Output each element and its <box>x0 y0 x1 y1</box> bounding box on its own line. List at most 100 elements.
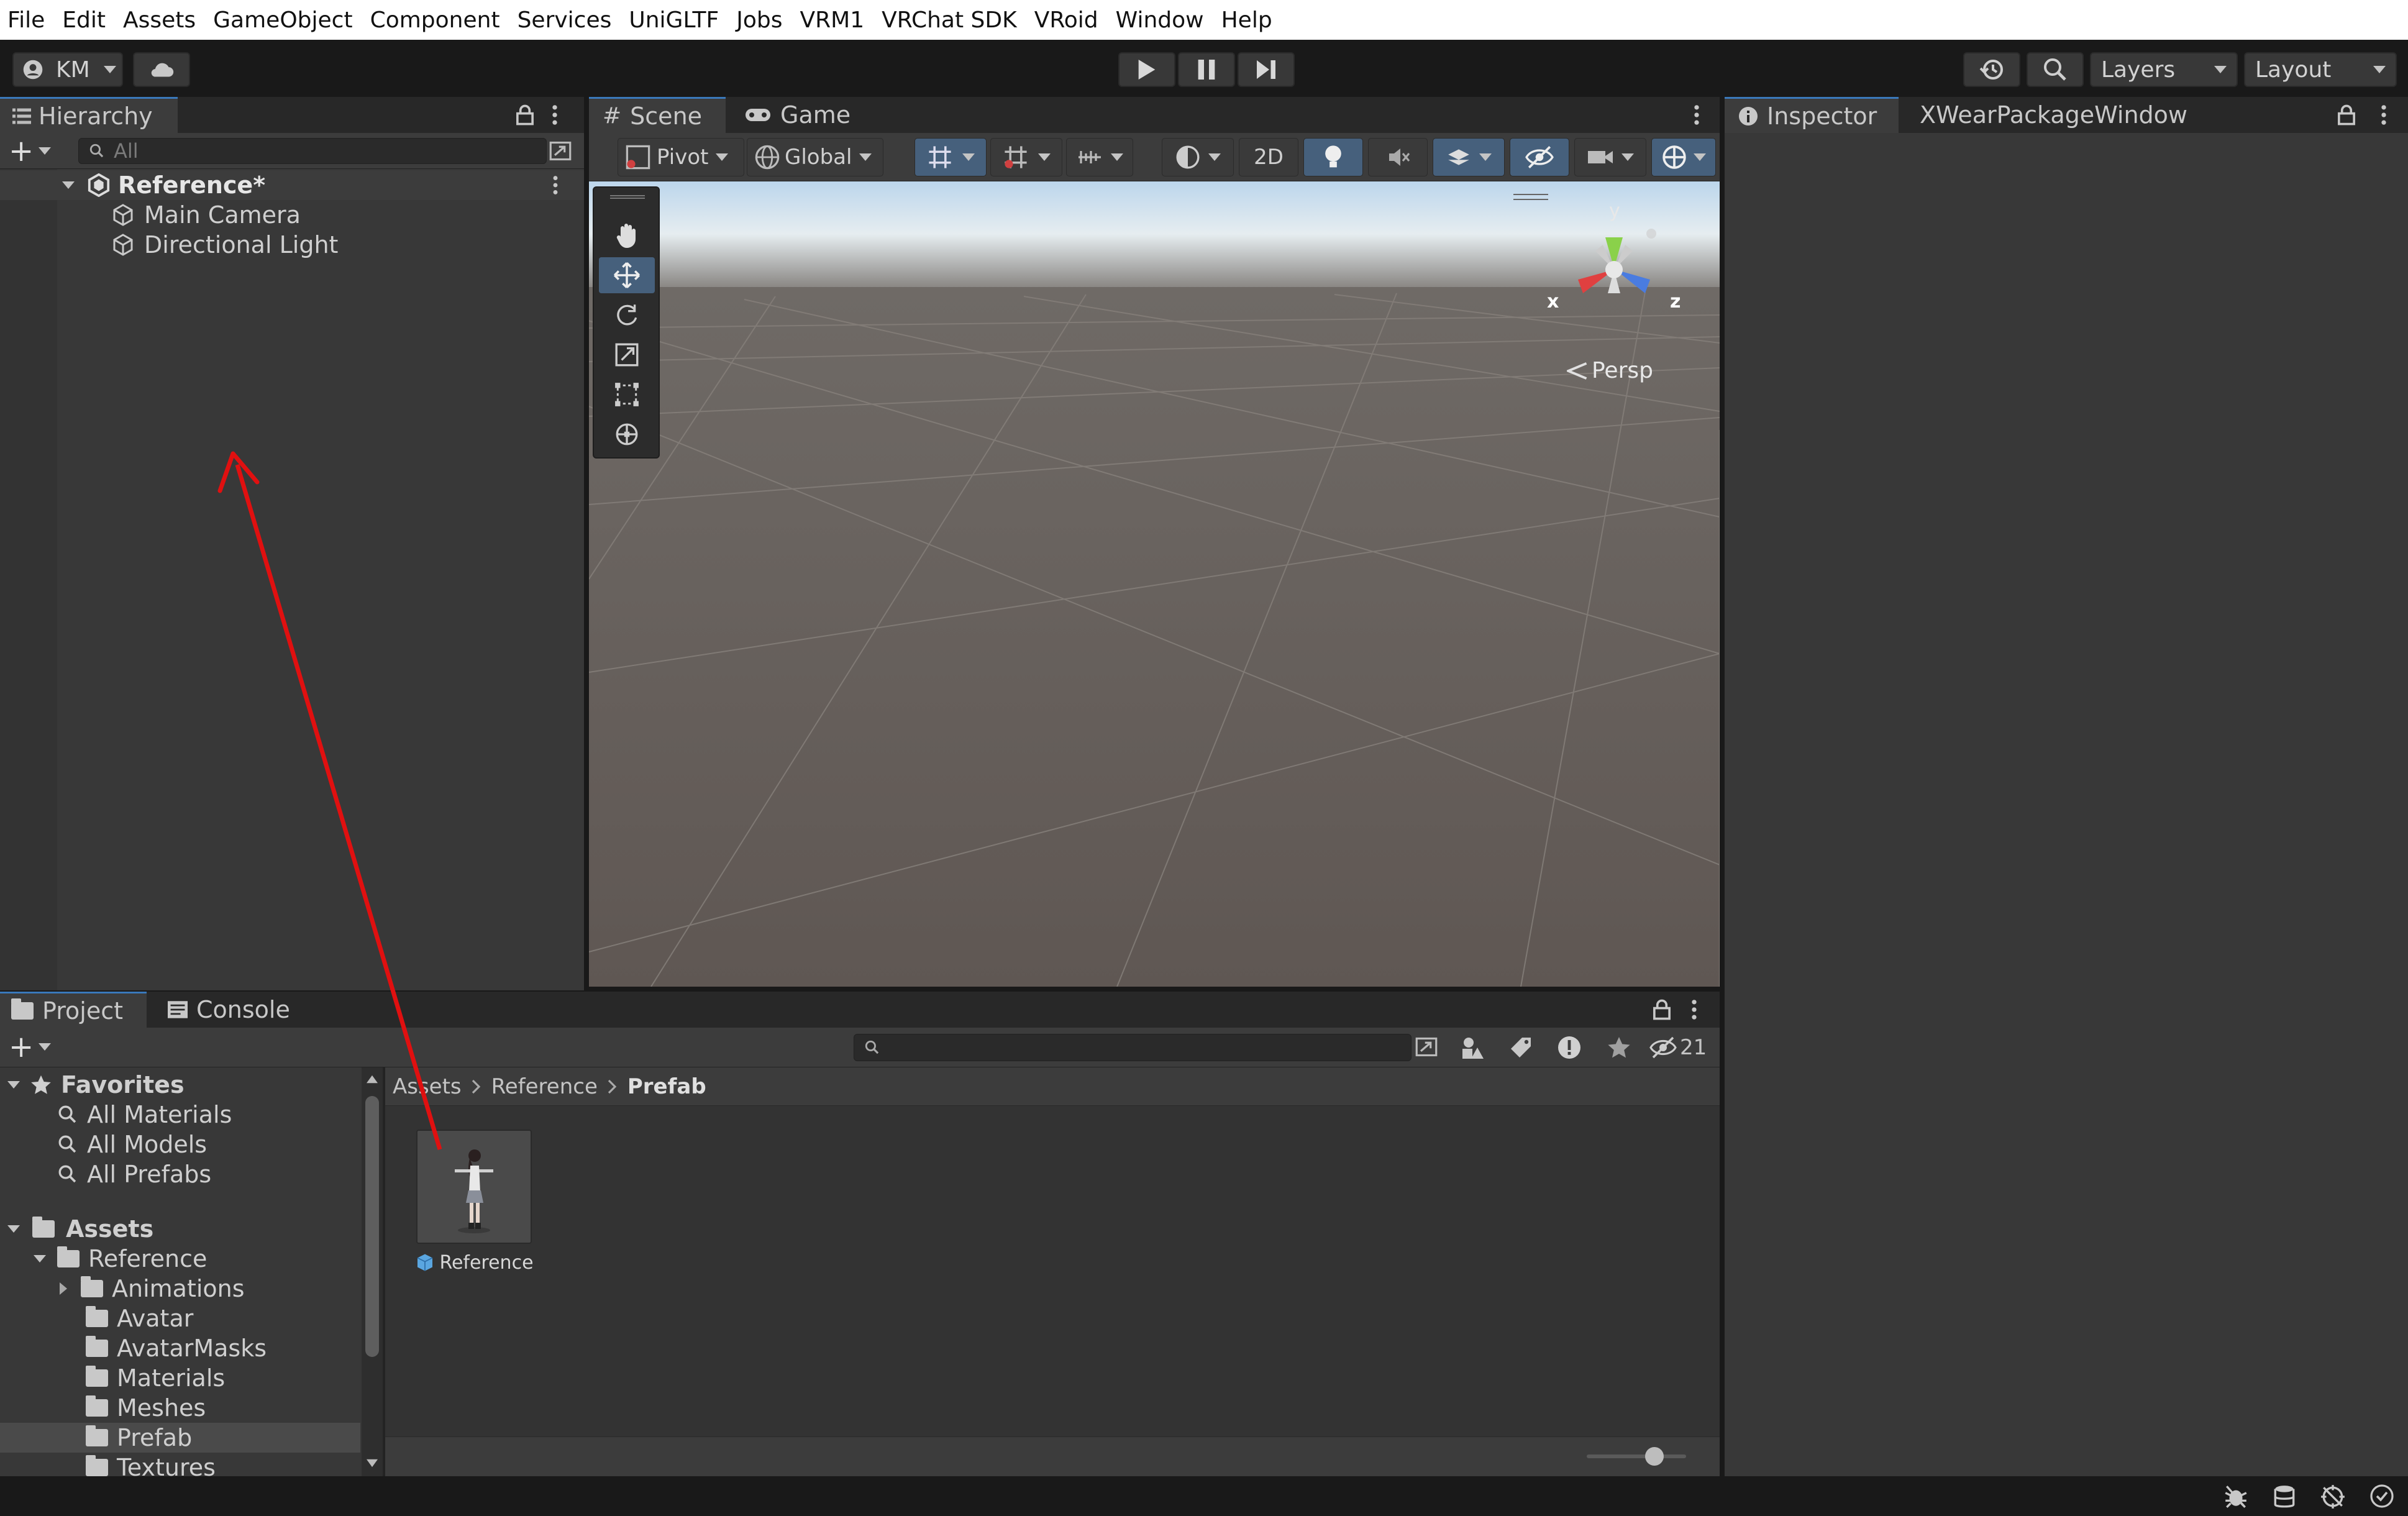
create-button[interactable]: + <box>9 136 52 166</box>
layers-dropdown[interactable]: Layers <box>2090 52 2238 87</box>
pivot-dropdown[interactable]: Pivot <box>618 138 744 176</box>
tab-console[interactable]: Console <box>153 992 314 1028</box>
expand-arrow-icon[interactable] <box>60 1282 67 1295</box>
menu-component[interactable]: Component <box>370 7 500 33</box>
rotate-tool-button[interactable] <box>599 297 655 333</box>
folder-item[interactable]: Textures <box>0 1453 367 1476</box>
create-asset-button[interactable]: + <box>9 1032 52 1062</box>
scroll-down-icon[interactable] <box>367 1459 378 1468</box>
ruler-toggle[interactable] <box>1066 138 1133 176</box>
tab-scene[interactable]: # Scene <box>589 97 726 133</box>
drag-handle[interactable] <box>610 195 645 199</box>
asset-item-label-row[interactable]: Reference <box>413 1250 537 1275</box>
increment-snap-toggle[interactable] <box>990 138 1062 176</box>
breadcrumb-current[interactable]: Prefab <box>627 1074 706 1099</box>
menu-gameobject[interactable]: GameObject <box>213 7 352 33</box>
filter-by-type-icon[interactable] <box>1460 1035 1485 1060</box>
shading-mode-dropdown[interactable] <box>1162 138 1234 176</box>
grid-snapping-toggle[interactable] <box>914 138 987 176</box>
bug-debug-icon[interactable] <box>2223 1484 2249 1510</box>
hierarchy-item[interactable]: Main Camera <box>0 200 584 230</box>
lighting-toggle[interactable] <box>1303 138 1363 176</box>
menu-help[interactable]: Help <box>1221 7 1272 33</box>
breadcrumb-item[interactable]: Reference <box>491 1074 598 1099</box>
2d-toggle[interactable]: 2D <box>1239 138 1298 176</box>
search-options-icon[interactable] <box>549 140 572 162</box>
scrollbar-thumb[interactable] <box>365 1096 379 1357</box>
kebab-menu-icon[interactable] <box>2379 104 2388 126</box>
filter-by-label-icon[interactable] <box>1508 1035 1533 1060</box>
cloud-button[interactable] <box>133 52 190 87</box>
scene-viewport[interactable]: y x z Persp <box>589 181 1720 987</box>
hierarchy-item[interactable]: Directional Light <box>0 230 584 260</box>
menu-file[interactable]: File <box>7 7 45 33</box>
search-options-icon[interactable] <box>1415 1036 1438 1057</box>
lock-icon[interactable] <box>514 104 536 126</box>
expand-arrow-icon[interactable] <box>7 1081 20 1089</box>
menu-services[interactable]: Services <box>518 7 612 33</box>
reference-folder-row[interactable]: Reference <box>0 1244 367 1274</box>
scale-tool-button[interactable] <box>599 337 655 373</box>
expand-arrow-icon[interactable] <box>7 1225 20 1233</box>
menu-unigltf[interactable]: UniGLTF <box>629 7 719 33</box>
play-button[interactable] <box>1118 52 1175 87</box>
kebab-menu-icon[interactable] <box>1692 104 1701 126</box>
tab-project[interactable]: Project <box>0 992 147 1028</box>
folder-item[interactable]: Avatar <box>0 1304 367 1333</box>
move-tool-button[interactable] <box>599 257 655 293</box>
tree-scrollbar[interactable] <box>362 1067 383 1476</box>
effects-dropdown[interactable] <box>1433 138 1505 176</box>
view-tool-button[interactable] <box>599 217 655 253</box>
gizmo-drag-handle[interactable] <box>1513 194 1548 200</box>
account-dropdown[interactable]: KM <box>12 52 123 87</box>
rect-tool-button[interactable] <box>599 377 655 413</box>
star-favorite-icon[interactable] <box>1607 1035 1631 1060</box>
kebab-menu-icon[interactable] <box>552 175 559 195</box>
favorites-item[interactable]: All Prefabs <box>0 1159 367 1189</box>
folder-item-selected[interactable]: Prefab <box>0 1423 360 1453</box>
menu-window[interactable]: Window <box>1116 7 1204 33</box>
lock-icon[interactable] <box>1651 999 1672 1020</box>
tab-xwear-package-window[interactable]: XWearPackageWindow <box>1905 97 2197 133</box>
menu-vroid[interactable]: VRoid <box>1034 7 1098 33</box>
scene-visibility-toggle[interactable] <box>1510 138 1569 176</box>
perspective-toggle[interactable]: Persp <box>1567 358 1653 383</box>
folder-item[interactable]: Animations <box>0 1274 367 1304</box>
gizmos-dropdown[interactable] <box>1651 138 1716 176</box>
kebab-menu-icon[interactable] <box>1690 999 1699 1020</box>
auto-generate-lighting-icon[interactable] <box>2320 1484 2346 1510</box>
breadcrumb-item[interactable]: Assets <box>393 1074 462 1099</box>
folder-item[interactable]: Meshes <box>0 1393 367 1423</box>
folder-item[interactable]: Materials <box>0 1363 367 1393</box>
favorites-item[interactable]: All Models <box>0 1130 367 1159</box>
menu-vrm1[interactable]: VRM1 <box>800 7 865 33</box>
folder-item[interactable]: AvatarMasks <box>0 1333 367 1363</box>
expand-arrow-icon[interactable] <box>62 181 75 189</box>
asset-thumbnail[interactable] <box>416 1130 532 1244</box>
panel-divider[interactable] <box>584 97 589 992</box>
global-dropdown[interactable]: Global <box>747 138 883 176</box>
audio-toggle[interactable] <box>1368 138 1428 176</box>
menu-jobs[interactable]: Jobs <box>736 7 782 33</box>
undo-history-button[interactable] <box>1963 52 2020 87</box>
hierarchy-search-input[interactable]: All <box>78 138 547 164</box>
panel-divider[interactable] <box>1720 97 1725 1476</box>
project-search-input[interactable] <box>854 1034 1412 1061</box>
search-button[interactable] <box>2027 52 2084 87</box>
hidden-packages-toggle[interactable]: 21 <box>1649 1034 1713 1061</box>
menu-vrchat-sdk[interactable]: VRChat SDK <box>882 7 1017 33</box>
scene-row[interactable]: Reference* <box>0 170 584 200</box>
tab-hierarchy[interactable]: Hierarchy <box>0 97 178 133</box>
favorites-item[interactable]: All Materials <box>0 1100 367 1130</box>
scene-camera-dropdown[interactable] <box>1574 138 1646 176</box>
expand-arrow-icon[interactable] <box>34 1255 46 1263</box>
scroll-up-icon[interactable] <box>367 1075 378 1084</box>
transform-tool-button[interactable] <box>599 416 655 452</box>
tab-game[interactable]: Game <box>729 97 860 133</box>
slider-handle[interactable] <box>1645 1447 1664 1466</box>
favorites-row[interactable]: Favorites <box>0 1070 367 1100</box>
pause-button[interactable] <box>1178 52 1235 87</box>
tab-inspector[interactable]: Inspector <box>1725 97 1899 133</box>
cache-server-icon[interactable] <box>2271 1484 2297 1510</box>
kebab-menu-icon[interactable] <box>550 104 559 126</box>
